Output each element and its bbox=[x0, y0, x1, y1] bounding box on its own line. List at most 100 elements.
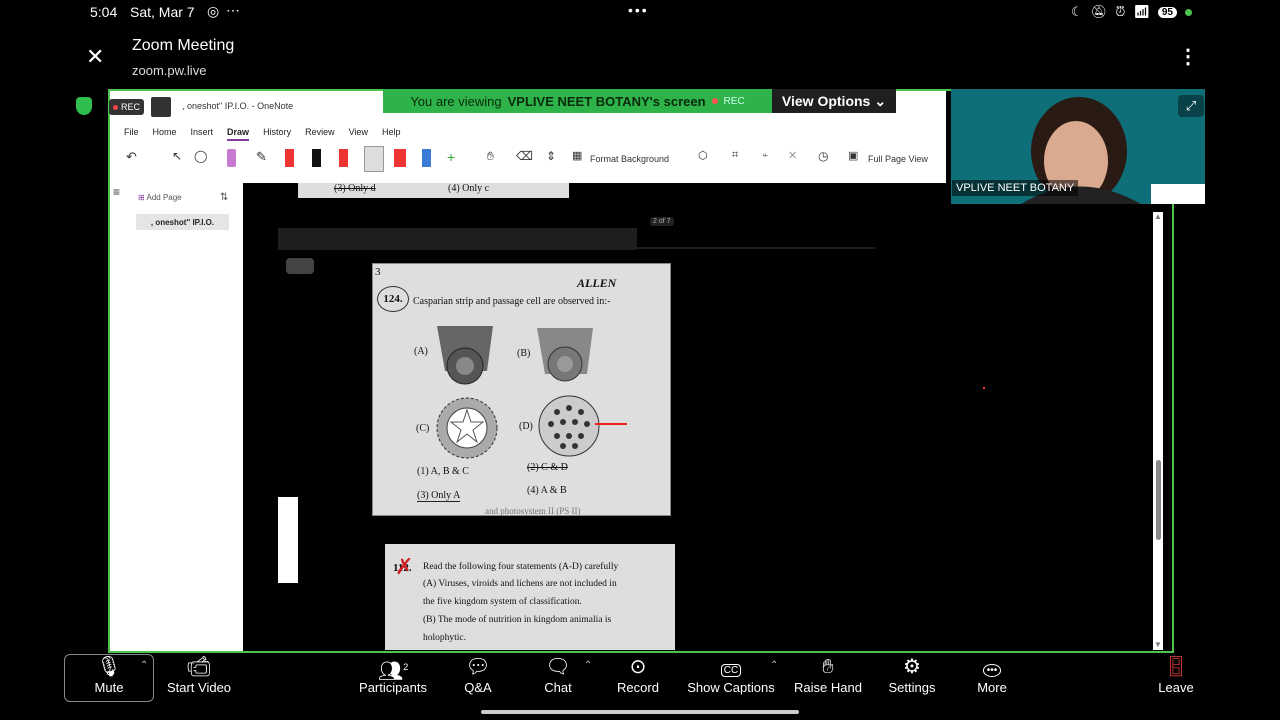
undo-icon[interactable]: ↶ bbox=[126, 149, 140, 167]
sort-icon[interactable]: ⇅ bbox=[220, 192, 228, 203]
settings-button[interactable]: ⚙︎ Settings bbox=[886, 654, 938, 695]
menu-history[interactable]: History bbox=[263, 119, 291, 141]
full-page-icon[interactable]: ▣ bbox=[848, 149, 862, 167]
menu-help[interactable]: Help bbox=[382, 119, 401, 141]
more-button[interactable]: ••• More bbox=[974, 654, 1010, 695]
view-options-button[interactable]: View Options ⌄ bbox=[772, 89, 896, 113]
question-number: 124. bbox=[377, 286, 409, 312]
pen-blue-icon[interactable] bbox=[422, 149, 431, 167]
laser-pointer bbox=[983, 387, 985, 389]
canvas-strip bbox=[278, 497, 298, 583]
menu-view[interactable]: View bbox=[349, 119, 368, 141]
hand-icon: ✋︎ bbox=[822, 656, 834, 678]
question-text: Casparian strip and passage cell are obs… bbox=[413, 296, 611, 307]
raise-hand-button[interactable]: ✋︎ Raise Hand bbox=[794, 654, 862, 695]
canvas-divider bbox=[278, 228, 637, 250]
start-video-button[interactable]: 📹︎ Start Video bbox=[164, 654, 234, 695]
pen-red-icon[interactable] bbox=[285, 149, 294, 167]
lasso-icon[interactable]: ◯ bbox=[194, 149, 208, 167]
option-4: (4) A & B bbox=[527, 485, 567, 496]
banner-rec: REC bbox=[723, 95, 745, 107]
onenote-title: , oneshot" IP.I.O. - OneNote bbox=[182, 101, 294, 111]
question-112-image: 112. ✗ Read the following four statement… bbox=[385, 544, 675, 650]
format-background-button[interactable]: Format Background bbox=[590, 154, 669, 164]
viewing-banner: You are viewing VPLIVE NEET BOTANY's scr… bbox=[383, 89, 772, 113]
record-button[interactable]: ⊙ Record bbox=[614, 654, 662, 695]
alarm-icon: ⏰︎ bbox=[1115, 4, 1126, 19]
mute-caret-icon[interactable]: ⌃ bbox=[140, 660, 148, 671]
cc-icon: CC bbox=[686, 654, 776, 680]
qa-icon: 💬︎ bbox=[465, 656, 491, 678]
status-right-icons: ☾ 🔕︎ ⏰︎ 📶︎ 95 bbox=[1071, 4, 1192, 20]
menu-home[interactable]: Home bbox=[153, 119, 177, 141]
replay-icon[interactable]: ◷ bbox=[818, 149, 832, 167]
chevron-down-icon: ⌄ bbox=[874, 92, 887, 109]
home-indicator bbox=[481, 710, 799, 714]
add-pen-icon[interactable]: + bbox=[447, 149, 461, 167]
menu-file[interactable]: File bbox=[124, 119, 139, 141]
captions-caret-icon[interactable]: ⌃ bbox=[770, 660, 778, 671]
canvas-line bbox=[637, 247, 875, 249]
pen-red3-icon[interactable] bbox=[394, 149, 406, 167]
diagram-d bbox=[538, 395, 600, 457]
gear-icon: ⚙︎ bbox=[903, 656, 921, 678]
leave-button[interactable]: 🚪︎ Leave bbox=[1156, 654, 1196, 695]
option-2: (2) C & D bbox=[527, 462, 568, 473]
page-indicator: 2 of 7 bbox=[650, 217, 674, 226]
show-captions-button[interactable]: CC Show Captions bbox=[686, 654, 776, 695]
option-3: (3) Only A bbox=[417, 490, 461, 502]
diagram-a bbox=[437, 326, 493, 385]
chat-icon: 🗨︎ bbox=[545, 656, 571, 678]
insert-space-icon[interactable]: ⇕ bbox=[546, 149, 560, 167]
pen-red2-icon[interactable] bbox=[339, 149, 348, 167]
meeting-url: zoom.pw.live bbox=[132, 63, 207, 78]
collapse-handle[interactable] bbox=[286, 258, 314, 274]
pen-black2-icon[interactable] bbox=[312, 149, 321, 167]
recording-dot-icon bbox=[1185, 8, 1192, 16]
option-1: (1) A, B & C bbox=[417, 466, 469, 477]
pen-black-icon[interactable]: ✎ bbox=[256, 149, 270, 167]
expand-icon[interactable]: ⤢ bbox=[1178, 95, 1204, 117]
participants-icon: 👥︎2 bbox=[377, 660, 409, 683]
format-background-icon[interactable]: ▦ bbox=[572, 149, 586, 167]
scrollbar-thumb[interactable] bbox=[1156, 460, 1161, 540]
eraser-icon[interactable]: ⌫ bbox=[516, 149, 533, 167]
menu-draw[interactable]: Draw bbox=[227, 119, 250, 141]
scroll-up-icon[interactable]: ▲ bbox=[1154, 212, 1162, 221]
screen-capture-icon[interactable] bbox=[150, 96, 172, 118]
hand-pan-icon[interactable]: ✋︎ bbox=[487, 149, 501, 167]
scrollbar[interactable] bbox=[1153, 212, 1163, 650]
select-icon[interactable]: ↖ bbox=[172, 149, 186, 167]
scroll-down-icon[interactable]: ▼ bbox=[1154, 640, 1162, 649]
meeting-title: Zoom Meeting bbox=[132, 37, 235, 54]
highlighter-pink-icon[interactable] bbox=[227, 149, 236, 167]
hamburger-icon[interactable]: ≡ bbox=[113, 185, 120, 199]
vertical-dots-icon[interactable]: ⋮ bbox=[1178, 44, 1198, 69]
mute-bell-icon: 🔕︎ bbox=[1090, 4, 1108, 19]
shapes-icon[interactable]: ⬡ bbox=[698, 149, 712, 167]
math-icon[interactable]: ✕ bbox=[788, 149, 802, 167]
rec-dot-icon bbox=[711, 98, 718, 104]
chat-button[interactable]: 🗨︎ Chat bbox=[540, 654, 576, 695]
menu-insert[interactable]: Insert bbox=[191, 119, 214, 141]
ink-to-shape-icon[interactable]: ⌗ bbox=[732, 149, 746, 167]
add-page-button[interactable]: ⊞ Add Page bbox=[138, 193, 182, 202]
qa-button[interactable]: 💬︎ Q&A bbox=[458, 654, 498, 695]
record-icon: ⊙ bbox=[629, 656, 647, 678]
pen-selected-icon[interactable] bbox=[364, 146, 384, 172]
more-icon: ••• bbox=[974, 654, 1010, 680]
sidebar-page-item[interactable]: , oneshot" IP.I.O. bbox=[136, 214, 229, 230]
red-x-mark: ✗ bbox=[395, 554, 414, 579]
brand-logo: ALLEN bbox=[577, 276, 617, 290]
menu-review[interactable]: Review bbox=[305, 119, 335, 141]
status-center-dots: ••• bbox=[628, 2, 649, 18]
full-page-view-button[interactable]: Full Page View bbox=[868, 154, 928, 164]
diagram-c bbox=[436, 397, 498, 459]
ink-to-text-icon[interactable]: ⍅ bbox=[762, 149, 776, 167]
chat-caret-icon[interactable]: ⌃ bbox=[584, 660, 592, 671]
mute-button[interactable]: 🎙︎ Mute bbox=[86, 654, 132, 695]
doc-snippet-top: (3) Only d (4) Only c bbox=[298, 183, 569, 198]
cut-text: and photosystem II (PS II) bbox=[485, 506, 581, 516]
participants-button[interactable]: 👥︎2 Participants bbox=[358, 654, 428, 695]
close-icon[interactable]: ✕ bbox=[86, 44, 104, 70]
